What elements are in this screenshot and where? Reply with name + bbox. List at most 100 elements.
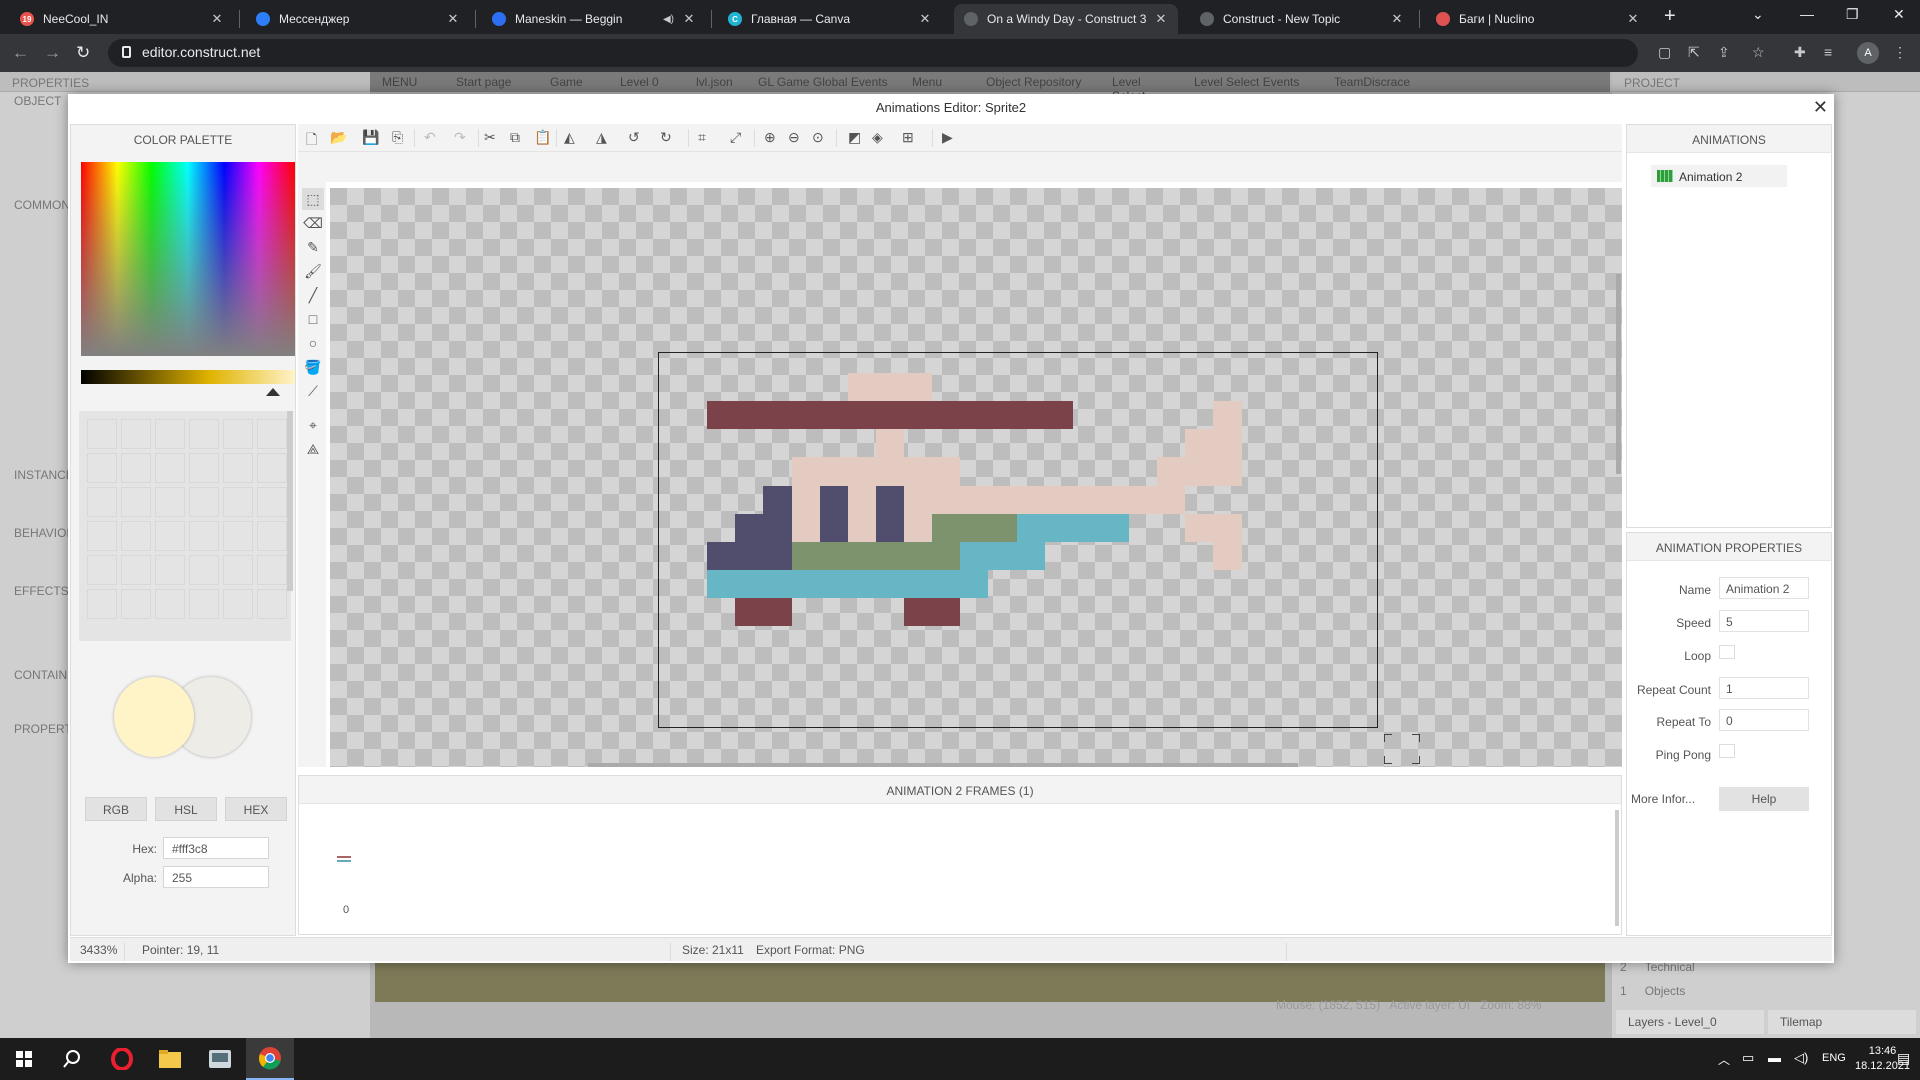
swatch-cell[interactable] (155, 487, 185, 517)
swatch-cell[interactable] (189, 589, 219, 619)
notifications-icon[interactable]: ▤ (1897, 1050, 1910, 1067)
swatch-cell[interactable] (87, 453, 117, 483)
brush-icon[interactable]: 🖌 (302, 260, 324, 282)
save-icon[interactable]: 💾 (362, 129, 379, 146)
tab-close-icon[interactable]: ✕ (446, 11, 460, 27)
browser-tab[interactable]: Мессенджер ✕ (246, 4, 470, 34)
browser-tab[interactable]: 19 NeeCool_IN ✕ (10, 4, 234, 34)
hsl-mode-button[interactable]: HSL (155, 797, 217, 821)
canvas-vertical-scrollbar[interactable] (1616, 274, 1621, 474)
swatch-cell[interactable] (87, 589, 117, 619)
minimize-icon[interactable]: — (1800, 6, 1814, 22)
tab-close-icon[interactable]: ✕ (1390, 11, 1404, 27)
swatch-scrollbar[interactable] (287, 411, 293, 591)
project-bottom-tab[interactable]: Layers - Level_0 (1616, 1010, 1764, 1034)
more-info-link[interactable]: More Infor... (1631, 792, 1711, 806)
language-indicator[interactable]: ENG (1822, 1052, 1846, 1064)
swatch-cell[interactable] (223, 419, 253, 449)
swatch-cell[interactable] (121, 419, 151, 449)
copy-icon[interactable]: ⧉ (510, 129, 520, 146)
swatch-cell[interactable] (257, 589, 287, 619)
swatch-cell[interactable] (223, 555, 253, 585)
origin-point-icon[interactable]: ⌖ (302, 414, 324, 436)
sprite-image[interactable] (658, 352, 1378, 728)
swatch-cell[interactable] (257, 419, 287, 449)
layout-tab[interactable]: lvl.json (688, 72, 746, 92)
search-icon[interactable] (48, 1038, 96, 1080)
tab-close-icon[interactable]: ✕ (210, 11, 224, 27)
hex-mode-button[interactable]: HEX (225, 797, 287, 821)
frames-scrollbar[interactable] (1615, 810, 1619, 926)
layer-row[interactable]: 1 Objects (1620, 984, 1920, 1010)
reload-icon[interactable]: ↻ (76, 43, 90, 63)
start-icon[interactable] (0, 1038, 48, 1080)
swatch-cell[interactable] (189, 521, 219, 551)
grid-icon[interactable]: ⊞ (902, 129, 914, 146)
repeat-to-input[interactable]: 0 (1719, 709, 1809, 731)
luminance-handle-icon[interactable] (266, 388, 280, 396)
resize-handle-icon[interactable] (1384, 734, 1392, 742)
swatch-cell[interactable] (87, 487, 117, 517)
network-icon[interactable]: ▭ (1742, 1050, 1754, 1066)
layout-tab[interactable]: MENU (374, 72, 444, 92)
eraser-icon[interactable]: ⌫ (302, 212, 324, 234)
swatch-cell[interactable] (257, 521, 287, 551)
crop-icon[interactable]: ⌗ (698, 129, 706, 146)
layout-tab[interactable]: TeamDiscrace (1326, 72, 1436, 92)
close-icon[interactable]: ✕ (1813, 97, 1828, 118)
layout-tab[interactable]: Object Repository (978, 72, 1100, 92)
browser-tab[interactable]: C Главная — Canva ✕ (718, 4, 942, 34)
layout-tab[interactable]: Level 0 (612, 72, 684, 92)
flip-vertical-icon[interactable]: ◮ (596, 129, 607, 146)
speed-input[interactable]: 5 (1719, 610, 1809, 632)
extensions-icon[interactable]: ✚ (1794, 44, 1806, 61)
animation-list-item[interactable]: Animation 2 (1651, 165, 1787, 187)
copy-icon[interactable]: ▢ (1658, 44, 1671, 61)
swatch-cell[interactable] (155, 555, 185, 585)
resize-handle-icon[interactable] (1412, 734, 1420, 742)
window-close-icon[interactable]: ✕ (1893, 6, 1905, 23)
ping-pong-checkbox[interactable] (1719, 744, 1735, 758)
resize-icon[interactable]: ⤢ (730, 129, 741, 146)
chrome-icon[interactable] (246, 1038, 294, 1080)
layer-row[interactable]: 2 Technical (1620, 960, 1920, 986)
luminance-slider[interactable] (81, 370, 295, 384)
swatch-cell[interactable] (121, 453, 151, 483)
swatch-cell[interactable] (87, 555, 117, 585)
new-image-icon[interactable]: 🗋 (306, 129, 317, 153)
tab-close-icon[interactable]: ✕ (918, 11, 932, 27)
image-canvas[interactable] (330, 188, 1622, 767)
volume-icon[interactable]: ◁) (1794, 1050, 1808, 1066)
swatch-cell[interactable] (155, 419, 185, 449)
opera-icon[interactable] (98, 1038, 146, 1080)
rotate-ccw-icon[interactable]: ↺ (628, 129, 640, 146)
swatch-cell[interactable] (155, 521, 185, 551)
undo-icon[interactable]: ↶ (424, 129, 436, 146)
cut-icon[interactable]: ✂ (484, 129, 496, 146)
project-bottom-tab[interactable]: Tilemap (1768, 1010, 1916, 1034)
line-icon[interactable]: ╱ (302, 284, 324, 306)
color-picker-icon[interactable]: ⟋ (302, 380, 324, 402)
resize-handle-icon[interactable] (1412, 756, 1420, 764)
swatch-cell[interactable] (257, 555, 287, 585)
back-icon[interactable]: ← (12, 43, 29, 63)
paste-icon[interactable]: 📋 (534, 129, 551, 146)
zoom-in-icon[interactable]: ⊕ (764, 129, 776, 146)
swatch-cell[interactable] (223, 521, 253, 551)
media-icon[interactable]: ≡ (1824, 44, 1832, 60)
tab-search-icon[interactable]: ⌄ (1752, 6, 1764, 23)
forward-icon[interactable]: → (44, 43, 61, 63)
redo-icon[interactable]: ↷ (454, 129, 466, 146)
repeat-count-input[interactable]: 1 (1719, 677, 1809, 699)
layout-tab[interactable]: GL Game Global Events (750, 72, 900, 92)
zoom-out-icon[interactable]: ⊖ (788, 129, 800, 146)
loop-checkbox[interactable] (1719, 645, 1735, 659)
swatch-cell[interactable] (87, 521, 117, 551)
battery-icon[interactable]: ▬ (1768, 1050, 1781, 1065)
export-icon[interactable]: ⎘ (392, 129, 403, 146)
browser-tab[interactable]: On a Windy Day - Construct 3 ✕ (954, 4, 1178, 34)
swatch-cell[interactable] (223, 589, 253, 619)
share-icon[interactable]: ⇪ (1718, 44, 1730, 61)
tab-audio-icon[interactable]: ◀) (663, 14, 674, 25)
swatch-grid[interactable] (79, 411, 291, 641)
